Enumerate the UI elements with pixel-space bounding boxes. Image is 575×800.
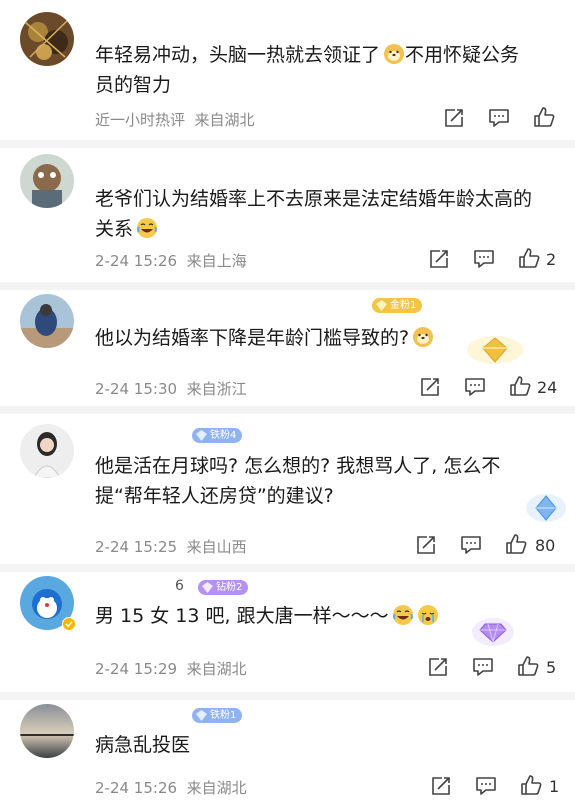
divider (0, 692, 575, 700)
laugh-cry-emoji (137, 218, 158, 238)
verified-badge-icon (62, 617, 76, 631)
comment-icon[interactable] (460, 534, 482, 556)
comment-meta: 2-24 15:25 来自山西 (95, 538, 247, 556)
share-icon[interactable] (443, 107, 465, 129)
comment-meta: 2-24 15:26 来自上海 (95, 252, 247, 270)
thumbs-up-icon[interactable] (518, 247, 540, 269)
avatar[interactable] (20, 294, 74, 348)
blue-gem-icon (526, 494, 566, 522)
comment-icon[interactable] (472, 656, 494, 678)
purple-gem-icon (472, 618, 514, 646)
gold-badge-icon (376, 300, 387, 311)
fan-badge: 铁粉1 (192, 708, 243, 723)
username[interactable]: 6 (175, 578, 185, 594)
thumbs-up-icon[interactable] (517, 655, 539, 677)
comment-text: 年轻易冲动，头脑一热就去领证了 不用怀疑公务 员的智力 (95, 44, 520, 96)
avatar[interactable] (20, 424, 74, 478)
cry-emoji (417, 605, 438, 625)
avatar[interactable] (20, 704, 74, 758)
divider (0, 140, 575, 148)
comment-icon[interactable] (473, 248, 495, 270)
share-icon[interactable] (419, 376, 441, 398)
comment-text: 他以为结婚率下降是年龄门槛导致的? (95, 323, 495, 353)
divider (0, 406, 575, 414)
comment-meta: 近一小时热评 来自湖北 (95, 111, 255, 129)
comment-text: 老爷们认为结婚率上不去原来是法定结婚年龄太高的 关系 (95, 188, 533, 240)
comment-text: 他是活在月球吗? 怎么想的? 我想骂人了, 怎么不 提“帮年轻人还房贷”的建议? (95, 455, 501, 507)
share-icon[interactable] (430, 775, 452, 797)
comment-item: 年轻易冲动，头脑一热就去领证了 不用怀疑公务 员的智力 近一小时热评 来自湖北 (0, 0, 575, 140)
divider (0, 564, 575, 572)
share-icon[interactable] (415, 534, 437, 556)
comment-item: 金粉1 他以为结婚率下降是年龄门槛导致的? 2-24 15:30 来自浙江 24 (0, 290, 575, 406)
share-icon[interactable] (427, 656, 449, 678)
share-icon[interactable] (428, 248, 450, 270)
avatar[interactable] (20, 12, 74, 66)
comment-icon[interactable] (475, 775, 497, 797)
fan-badge: 金粉1 (372, 298, 423, 313)
thumbs-up-icon[interactable] (520, 774, 542, 796)
thumbs-up-icon[interactable] (505, 533, 527, 555)
fan-badge: 铁粉4 (192, 428, 243, 443)
like-count: 1 (549, 777, 560, 796)
comment-icon[interactable] (464, 376, 486, 398)
comment-item: 铁粉4 他是活在月球吗? 怎么想的? 我想骂人了, 怎么不 提“帮年轻人还房贷”… (0, 414, 575, 564)
doge-emoji (413, 327, 434, 347)
comment-text: 病急乱投医 (95, 734, 191, 756)
like-count: 80 (535, 536, 556, 555)
comment-text: 男 15 女 13 吧, 跟大唐一样～～～ (95, 601, 515, 631)
like-count: 24 (537, 378, 558, 397)
comment-item: 老爷们认为结婚率上不去原来是法定结婚年龄太高的 关系 2-24 15:26 来自… (0, 148, 575, 282)
comment-meta: 2-24 15:26 来自湖北 (95, 779, 247, 797)
diamond-badge-icon (202, 582, 213, 593)
comment-meta: 2-24 15:30 来自浙江 (95, 380, 247, 398)
iron-badge-icon (196, 710, 207, 721)
like-count: 5 (546, 658, 557, 677)
doge-emoji (384, 44, 405, 64)
gold-gem-icon (467, 336, 523, 364)
thumbs-up-icon[interactable] (533, 106, 555, 128)
laugh-cry-emoji (392, 605, 413, 625)
fan-badge: 钻粉2 (198, 580, 249, 595)
comment-meta: 2-24 15:29 来自湖北 (95, 660, 247, 678)
divider (0, 282, 575, 290)
avatar[interactable] (20, 154, 74, 208)
comment-icon[interactable] (488, 107, 510, 129)
comment-item: 铁粉1 病急乱投医 2-24 15:26 来自湖北 1 (0, 700, 575, 800)
comment-item: 6 钻粉2 男 15 女 13 吧, 跟大唐一样～～～ 2-24 15:29 来… (0, 572, 575, 692)
iron-badge-icon (196, 430, 207, 441)
like-count: 2 (546, 250, 557, 269)
thumbs-up-icon[interactable] (509, 375, 531, 397)
